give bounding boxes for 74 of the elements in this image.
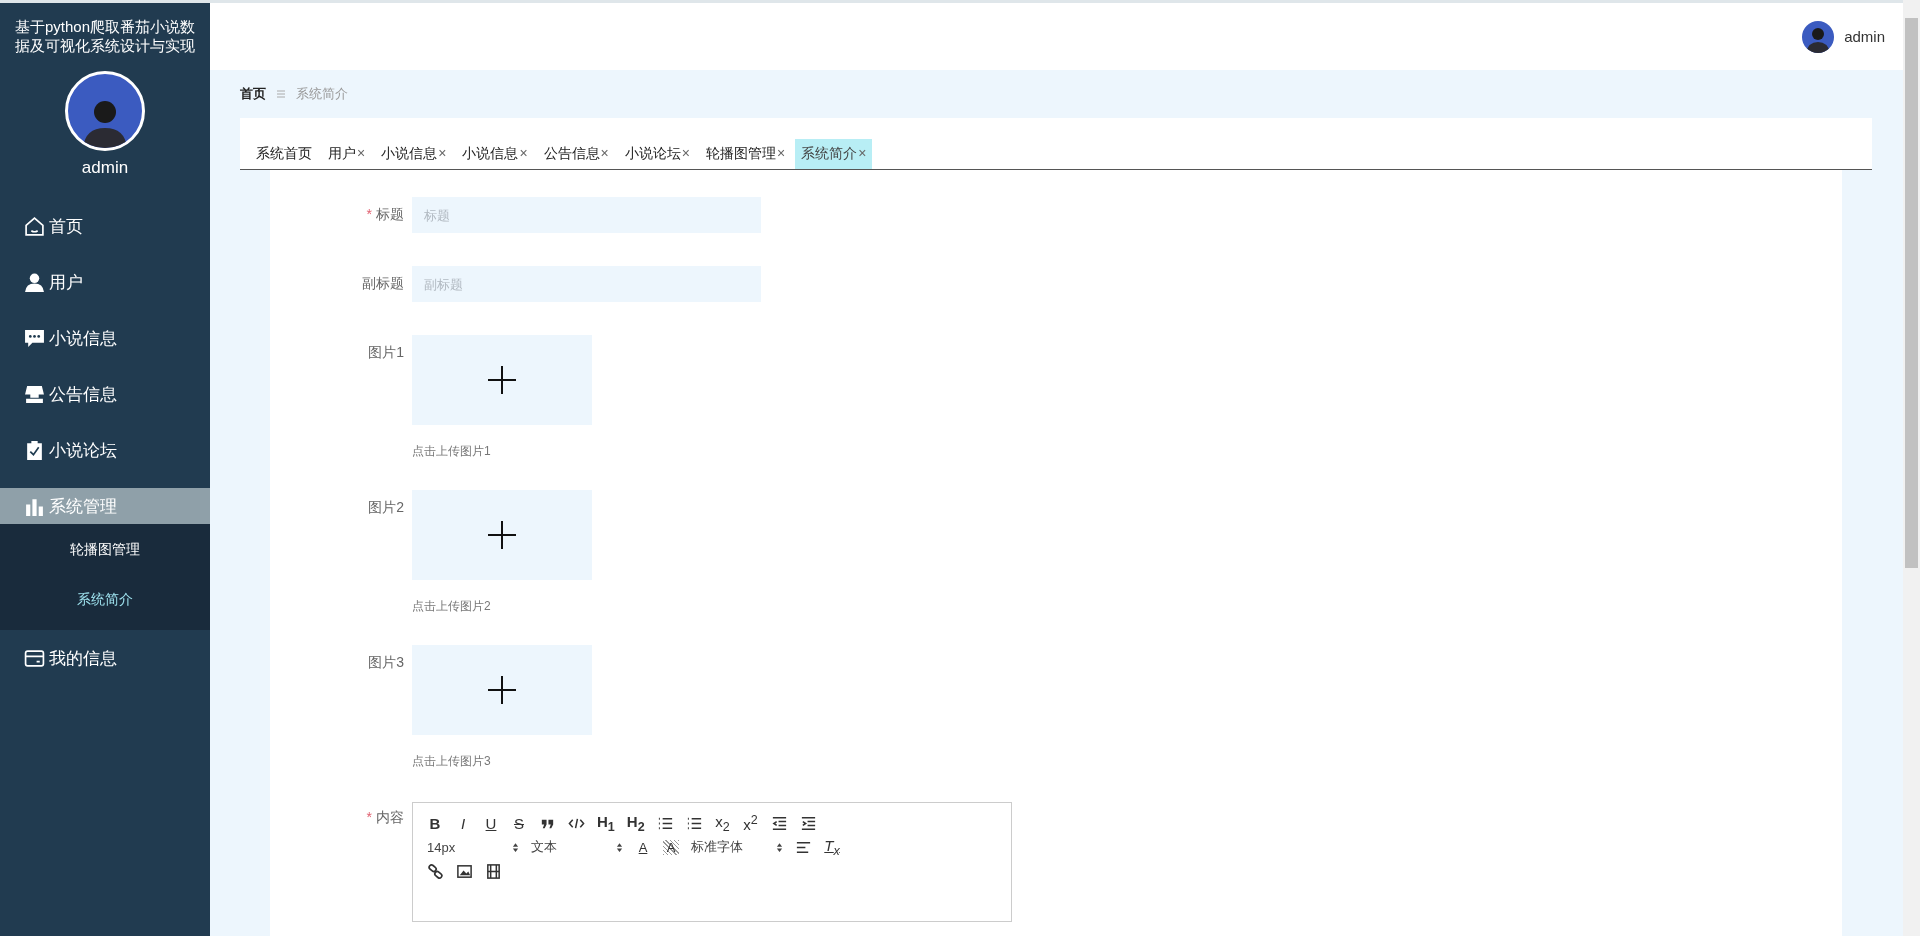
plus-icon bbox=[488, 366, 516, 394]
tray-icon bbox=[24, 383, 45, 405]
outdent-icon[interactable] bbox=[770, 814, 788, 832]
tab[interactable]: 公告信息× bbox=[537, 139, 615, 169]
tab[interactable]: 系统首页 bbox=[250, 139, 318, 169]
toolbar-button[interactable]: T$_{x}$ bbox=[824, 836, 840, 858]
sort-caret-icon bbox=[512, 841, 519, 853]
toolbar-button[interactable]: x$^{2}$ bbox=[742, 813, 759, 833]
person-icon bbox=[24, 271, 45, 293]
toolbar-button[interactable]: H$_{2}$ bbox=[626, 812, 645, 834]
field-label: * 标题 bbox=[366, 206, 404, 222]
toolbar-button[interactable]: I bbox=[455, 814, 471, 832]
input-field[interactable]: 标题 bbox=[412, 197, 761, 233]
tab[interactable]: 系统简介× bbox=[795, 139, 873, 169]
upload-hint: 点击上传图片1 bbox=[412, 443, 492, 460]
image-icon[interactable] bbox=[456, 862, 473, 880]
link-icon[interactable] bbox=[427, 862, 444, 880]
tab[interactable]: 小说论坛× bbox=[618, 139, 696, 169]
clipboard-icon bbox=[24, 439, 45, 461]
username[interactable]: admin bbox=[1844, 28, 1885, 45]
sort-caret-icon bbox=[616, 841, 623, 853]
close-icon[interactable]: × bbox=[357, 145, 366, 161]
tab[interactable]: 用户× bbox=[322, 139, 372, 169]
field-label: * 内容 bbox=[366, 809, 404, 825]
tab[interactable]: 轮播图管理× bbox=[699, 139, 792, 169]
tab[interactable]: 小说信息× bbox=[375, 139, 453, 169]
avatar bbox=[1802, 20, 1835, 53]
dropdown[interactable]: 文本 bbox=[531, 838, 623, 856]
toolbar-button[interactable]: S bbox=[511, 814, 527, 832]
field-label: 图片1 bbox=[368, 344, 404, 360]
tab[interactable]: 小说信息× bbox=[456, 139, 534, 169]
film-icon[interactable] bbox=[485, 862, 502, 880]
upload-hint: 点击上传图片2 bbox=[412, 598, 492, 615]
menu-item[interactable]: 公告信息 bbox=[0, 366, 210, 422]
toolbar-button[interactable]: x$_{2}$ bbox=[714, 812, 731, 834]
plus-icon bbox=[488, 521, 516, 549]
house-icon bbox=[24, 215, 45, 237]
dropdown[interactable]: 14px bbox=[427, 839, 519, 855]
menu-item[interactable]: 首页 bbox=[0, 198, 210, 254]
menu-item[interactable]: 用户 bbox=[0, 254, 210, 310]
plus-icon bbox=[488, 676, 516, 704]
card-icon bbox=[24, 647, 45, 669]
input-field[interactable]: 副标题 bbox=[412, 266, 761, 302]
speech-bubble-icon bbox=[24, 327, 45, 349]
close-icon[interactable]: × bbox=[438, 145, 447, 161]
toolbar-button[interactable]: H$_{1}$ bbox=[597, 812, 615, 834]
breadcrumb-item[interactable]: 首页 bbox=[240, 85, 266, 103]
sort-caret-icon bbox=[776, 841, 783, 853]
dropdown[interactable]: 标准字体 bbox=[691, 838, 783, 856]
toolbar-button[interactable]: A bbox=[663, 839, 679, 855]
scrollbar[interactable] bbox=[1903, 0, 1920, 936]
menu-item[interactable]: 小说论坛 bbox=[0, 422, 210, 478]
toolbar-button[interactable]: U bbox=[483, 814, 499, 832]
close-icon[interactable]: × bbox=[858, 145, 867, 161]
menu-item[interactable]: 小说信息 bbox=[0, 310, 210, 366]
submenu-item[interactable]: 轮播图管理 bbox=[0, 524, 210, 574]
rich-text-editor[interactable]: B I U S H$_{1}$ H$_{2}$ x$_{2}$ x$^{2}$ 14px 文本 A A 标准字体 T$_{x}$ bbox=[412, 802, 1012, 922]
close-icon[interactable]: × bbox=[776, 145, 786, 161]
close-icon[interactable]: × bbox=[600, 145, 609, 161]
menu-icon bbox=[276, 89, 286, 99]
username: admin bbox=[81, 158, 129, 178]
app-title: 基于python爬取番茄小说数据及可视化系统设计与实现 bbox=[13, 17, 196, 55]
toolbar-button[interactable]: B bbox=[427, 814, 443, 832]
close-icon[interactable]: × bbox=[681, 145, 690, 161]
field-label: 副标题 bbox=[362, 275, 404, 291]
field-label: 图片2 bbox=[368, 499, 404, 515]
breadcrumb-item: 系统简介 bbox=[296, 85, 348, 103]
toolbar-button[interactable]: A bbox=[635, 839, 651, 855]
field-label: 图片3 bbox=[368, 654, 404, 670]
close-icon[interactable]: × bbox=[519, 145, 528, 161]
indent-icon[interactable] bbox=[799, 814, 817, 832]
menu-item[interactable]: 我的信息 bbox=[0, 630, 210, 686]
submenu-item[interactable]: 系统简介 bbox=[0, 574, 210, 624]
upload-hint: 点击上传图片3 bbox=[412, 753, 492, 770]
